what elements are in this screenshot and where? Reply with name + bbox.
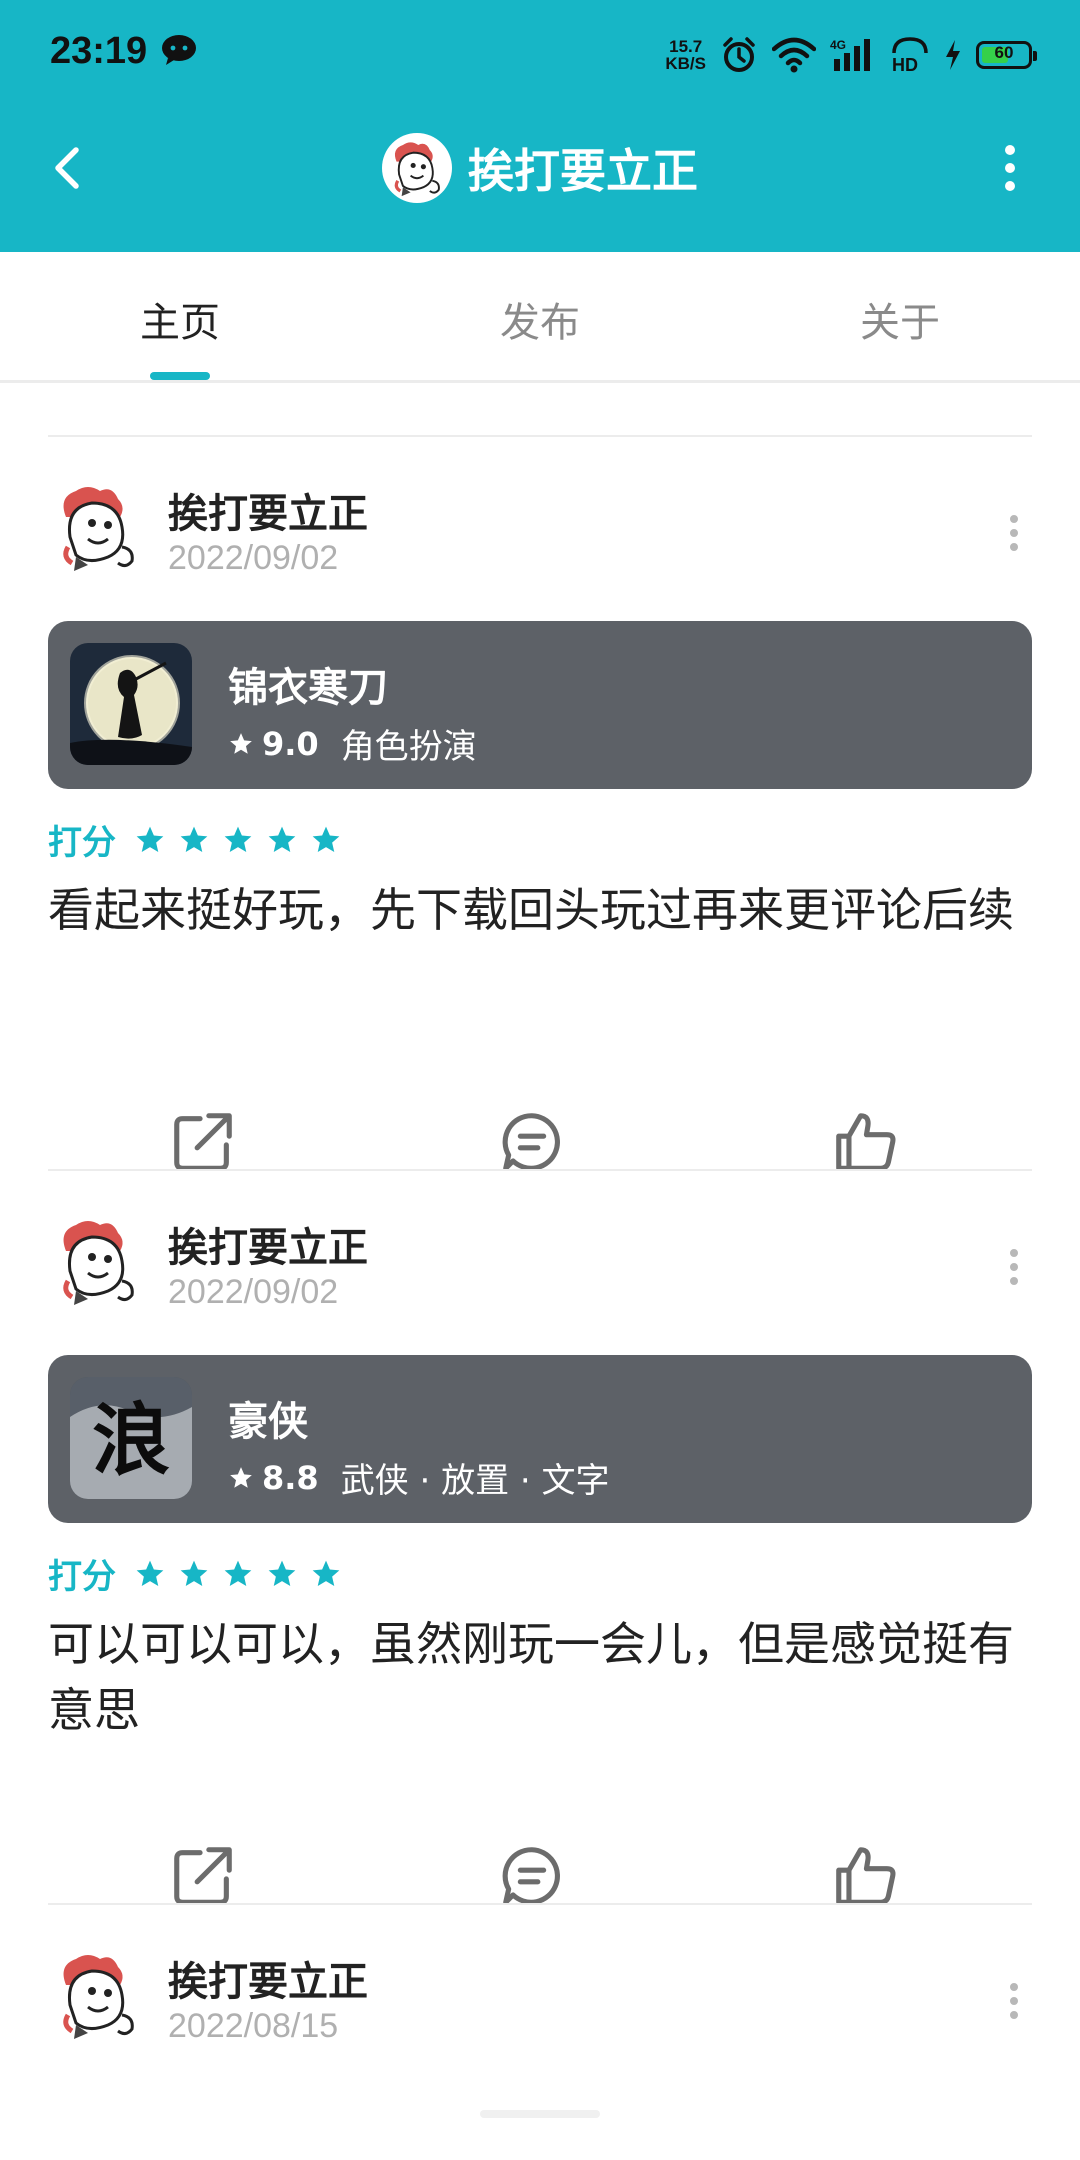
post-date: 2022/08/15: [168, 2007, 339, 2045]
rating-star-icon: [266, 1558, 298, 1590]
active-tab-indicator: [150, 372, 210, 380]
divider: [48, 1903, 1032, 1905]
comment-icon[interactable]: [497, 1107, 567, 1177]
game-icon-jinyi: [70, 643, 192, 765]
rating-star-icon: [310, 1558, 342, 1590]
rating-star-icon: [178, 824, 210, 856]
battery-level: 60: [994, 43, 1014, 62]
game-tags: 角色扮演: [340, 727, 477, 767]
page-title: 挨打要立正: [468, 144, 698, 198]
more-options-button[interactable]: [980, 138, 1040, 198]
rating-star-icon: [310, 824, 342, 856]
net-speed: 15.7 KB/S: [665, 38, 706, 72]
game-card[interactable]: 锦衣寒刀 9.0 角色扮演: [48, 621, 1032, 789]
rating-star-icon: [134, 824, 166, 856]
game-name: 锦衣寒刀: [228, 665, 388, 711]
wechat-icon: [162, 35, 196, 65]
tab-bar: 主页 发布 关于: [0, 252, 1080, 383]
post-text: 看起来挺好玩，先下载回头玩过再来更评论后续: [48, 883, 1014, 937]
svg-text:浪: 浪: [92, 1395, 170, 1486]
tab-posts[interactable]: 发布: [360, 290, 720, 348]
title-bar: 挨打要立正: [0, 108, 1080, 228]
home-indicator: [480, 2110, 600, 2118]
post-more-icon[interactable]: [1004, 1981, 1024, 2021]
alarm-icon: [723, 37, 755, 72]
rating-star-icon: [134, 1558, 166, 1590]
divider: [48, 435, 1032, 437]
avatar-image: [385, 136, 449, 200]
rating-star-icon: [222, 824, 254, 856]
post-more-icon[interactable]: [1004, 513, 1024, 553]
battery-icon: 60: [976, 41, 1037, 69]
tab-about[interactable]: 关于: [720, 290, 1080, 348]
rating-row: 打分: [48, 815, 342, 864]
post-more-icon[interactable]: [1004, 1247, 1024, 1287]
game-tags: 武侠 · 放置 · 文字: [340, 1461, 610, 1501]
comment-icon[interactable]: [497, 1841, 567, 1911]
rating-star-icon: [222, 1558, 254, 1590]
game-meta: 8.8 武侠 · 放置 · 文字: [228, 1453, 610, 1502]
rating-label: 打分: [48, 1557, 116, 1597]
net-speed-unit: KB/S: [665, 54, 706, 73]
like-icon[interactable]: [830, 1841, 900, 1911]
profile-title: 挨打要立正: [0, 130, 1080, 206]
svg-text:HD: HD: [892, 55, 918, 73]
hd-icon: HD: [892, 37, 928, 73]
tab-home[interactable]: 主页: [0, 290, 360, 348]
post-date: 2022/09/02: [168, 1273, 339, 1311]
game-icon-haoxia: 浪: [70, 1377, 192, 1499]
wifi-icon: [772, 37, 816, 73]
svg-text:4G: 4G: [830, 38, 846, 52]
post-username[interactable]: 挨打要立正: [168, 481, 368, 539]
star-icon: [228, 1465, 254, 1491]
game-score: 8.8: [262, 1458, 319, 1497]
status-time: 23:19: [50, 30, 148, 72]
game-meta: 9.0 角色扮演: [228, 719, 477, 768]
status-indicators: 15.7 KB/S 4G HD 60: [665, 30, 1037, 80]
rating-label: 打分: [48, 823, 116, 863]
share-icon[interactable]: [168, 1841, 238, 1911]
post-username[interactable]: 挨打要立正: [168, 1215, 368, 1273]
avatar[interactable]: [48, 1211, 148, 1311]
game-score: 9.0: [262, 724, 319, 763]
net-speed-value: 15.7: [669, 37, 703, 56]
game-name: 豪侠: [228, 1399, 308, 1445]
like-icon[interactable]: [830, 1107, 900, 1177]
app-header: 23:19 15.7 KB/S 4G HD 60 挨打要立正: [0, 0, 1080, 252]
post-text: 可以可以可以，虽然刚玩一会儿，但是感觉挺有意思: [48, 1617, 1014, 1737]
post-date: 2022/09/02: [168, 539, 339, 577]
post-username[interactable]: 挨打要立正: [168, 1949, 368, 2007]
rating-star-icon: [266, 824, 298, 856]
avatar: [382, 133, 452, 203]
avatar[interactable]: [48, 1945, 148, 2045]
4g-signal-icon: 4G: [830, 38, 870, 71]
battery-tip: [1033, 51, 1037, 61]
status-bar: 23:19 15.7 KB/S 4G HD 60: [0, 0, 1080, 108]
rating-row: 打分: [48, 1549, 342, 1598]
avatar[interactable]: [48, 477, 148, 577]
star-icon: [228, 731, 254, 757]
charging-icon: [946, 40, 960, 70]
game-card[interactable]: 浪 豪侠 8.8 武侠 · 放置 · 文字: [48, 1355, 1032, 1523]
share-icon[interactable]: [168, 1107, 238, 1177]
divider: [48, 1169, 1032, 1171]
rating-star-icon: [178, 1558, 210, 1590]
